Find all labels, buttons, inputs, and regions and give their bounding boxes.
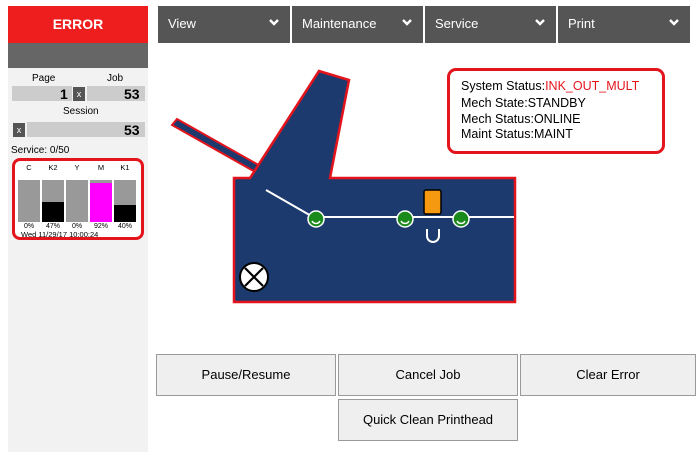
cancel-job-button[interactable]: Cancel Job [338,354,518,396]
pause-resume-button[interactable]: Pause/Resume [156,354,336,396]
mech-status-row: Mech Status:ONLINE [461,112,581,126]
mech-state-label: Mech State: [461,96,528,110]
roller-2-icon [396,210,414,228]
system-status-panel: System Status:INK_OUT_MULT Mech State:ST… [447,68,665,154]
stop-x-icon [239,262,269,292]
clear-error-button[interactable]: Clear Error [520,354,696,396]
roller-3-icon [452,210,470,228]
mech-status-label: Mech Status: [461,112,534,126]
mech-state-row: Mech State:STANDBY [461,96,586,110]
quick-clean-printhead-button[interactable]: Quick Clean Printhead [338,399,518,441]
mech-state-value: STANDBY [527,96,586,110]
system-status-value: INK_OUT_MULT [545,79,640,93]
maint-status-value: MAINT [533,127,573,141]
mech-status-value: ONLINE [533,112,581,126]
system-status-label: System Status: [461,79,546,93]
maint-status-label: Maint Status: [461,127,534,141]
maint-status-row: Maint Status:MAINT [461,127,573,141]
printhead-icon [423,189,442,215]
printer-console: ERROR Page Job 1 x 53 Session x 53 Servi… [0,0,696,452]
roller-1-icon [307,210,325,228]
system-status-row: System Status:INK_OUT_MULT [461,79,639,93]
